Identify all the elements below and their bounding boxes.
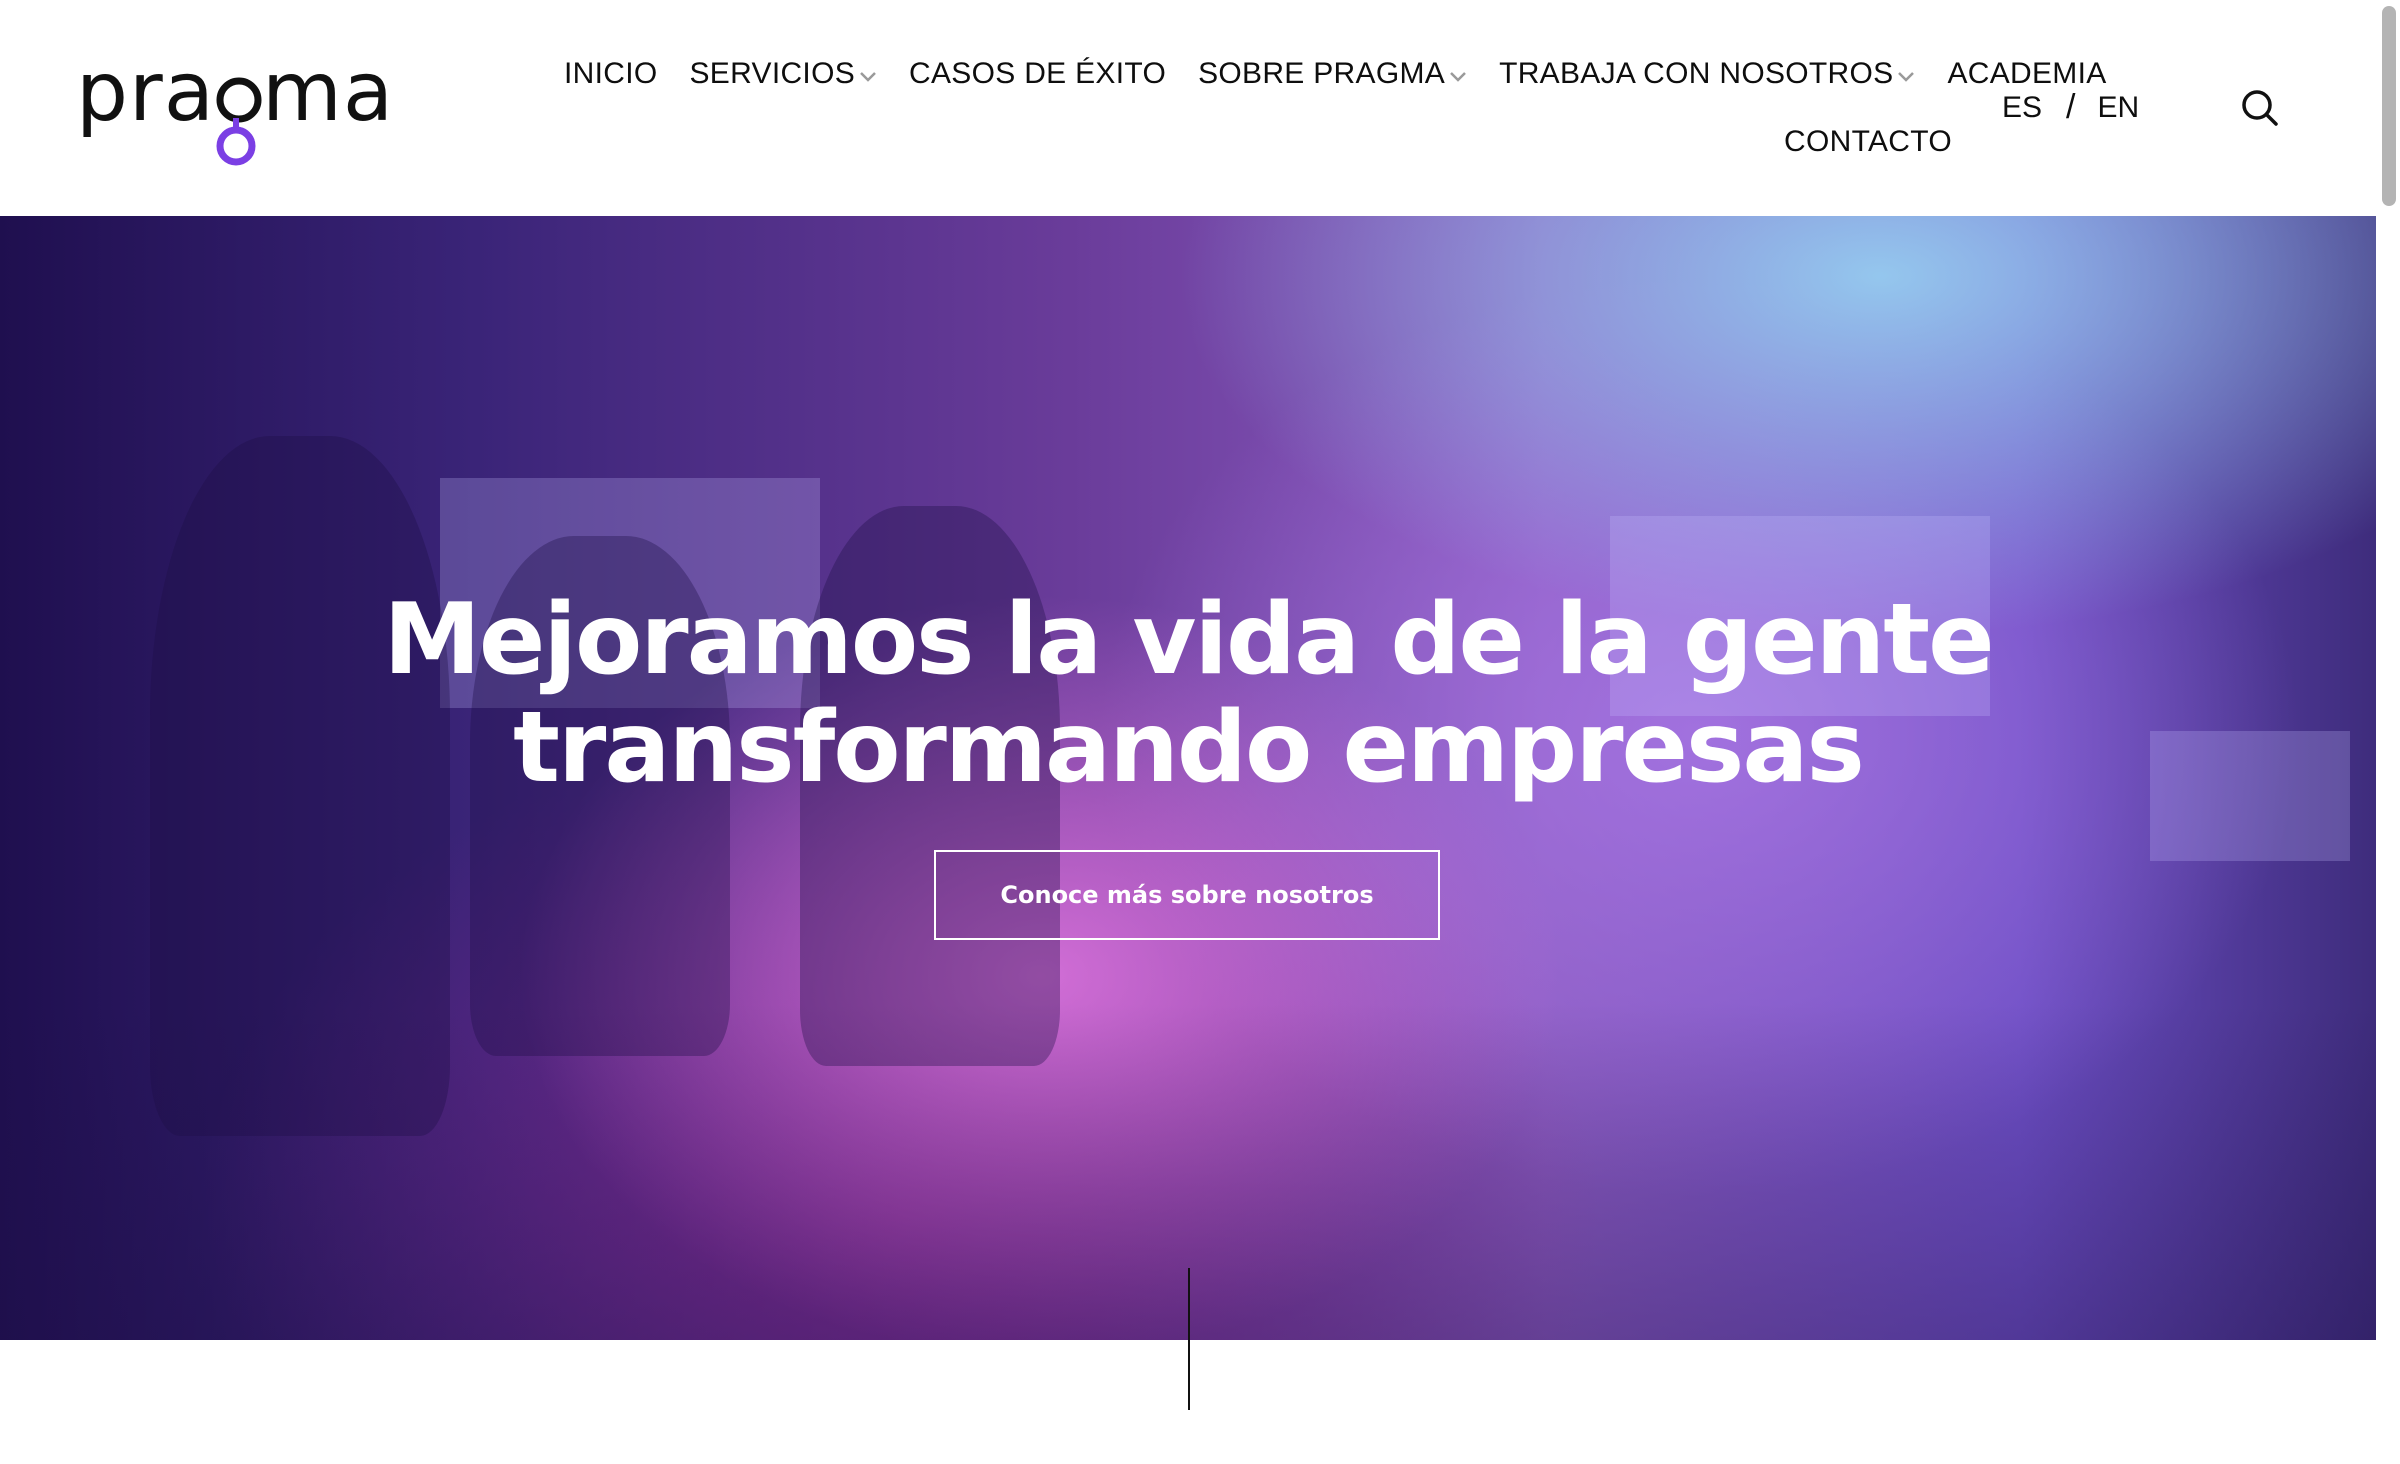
search-button[interactable] xyxy=(2240,88,2280,128)
about-us-button[interactable]: Conoce más sobre nosotros xyxy=(934,850,1440,940)
nav-servicios[interactable]: SERVICIOS xyxy=(689,57,877,91)
nav-label: SERVICIOS xyxy=(689,57,856,90)
nav-label: INICIO xyxy=(564,57,658,90)
nav-casos-de-exito[interactable]: CASOS DE ÉXITO xyxy=(909,57,1166,91)
headline-line-2: transformando empresas xyxy=(513,691,1865,805)
scroll-indicator-line xyxy=(1188,1268,1190,1410)
svg-text:ma: ma xyxy=(262,58,386,140)
lang-es[interactable]: ES xyxy=(2002,91,2042,125)
headline-line-1: Mejoramos la vida de la gente xyxy=(383,583,1994,697)
search-icon xyxy=(2242,90,2278,126)
site-header: pragma pra ma INICIO SERVICIOS CASOS DE … xyxy=(0,0,2376,216)
nav-label: SOBRE PRAGMA xyxy=(1198,57,1446,90)
hero-banner: Mejoramos la vida de la gente transforma… xyxy=(0,216,2376,1340)
chevron-down-icon xyxy=(1898,72,1915,82)
language-switcher: ES / EN xyxy=(2002,88,2139,127)
nav-contacto[interactable]: CONTACTO xyxy=(1784,125,1952,159)
nav-inicio[interactable]: INICIO xyxy=(564,57,657,91)
nav-trabaja-con-nosotros[interactable]: TRABAJA CON NOSOTROS xyxy=(1499,57,1915,91)
page-scrollbar[interactable] xyxy=(2376,0,2400,1464)
chevron-down-icon xyxy=(860,72,876,82)
hero-headline: Mejoramos la vida de la gente transforma… xyxy=(0,586,2376,802)
lang-separator: / xyxy=(2066,88,2076,126)
lang-en[interactable]: EN xyxy=(2097,91,2139,125)
main-nav: INICIO SERVICIOS CASOS DE ÉXITO SOBRE PR… xyxy=(564,54,2107,94)
nav-academia[interactable]: ACADEMIA xyxy=(1947,57,2106,91)
main-nav-row2: CONTACTO xyxy=(1784,122,1952,162)
nav-label: CONTACTO xyxy=(1784,125,1952,158)
pragma-logo[interactable]: pragma pra ma xyxy=(76,58,402,166)
nav-label: TRABAJA CON NOSOTROS xyxy=(1499,57,1894,90)
svg-text:pra: pra xyxy=(76,58,215,140)
cta-label: Conoce más sobre nosotros xyxy=(1000,881,1374,909)
nav-sobre-pragma[interactable]: SOBRE PRAGMA xyxy=(1198,57,1467,91)
nav-label: ACADEMIA xyxy=(1947,57,2107,90)
nav-label: CASOS DE ÉXITO xyxy=(909,57,1167,90)
chevron-down-icon xyxy=(1450,72,1466,82)
scrollbar-thumb[interactable] xyxy=(2382,6,2396,206)
logo-graphic: pra ma xyxy=(76,58,386,166)
